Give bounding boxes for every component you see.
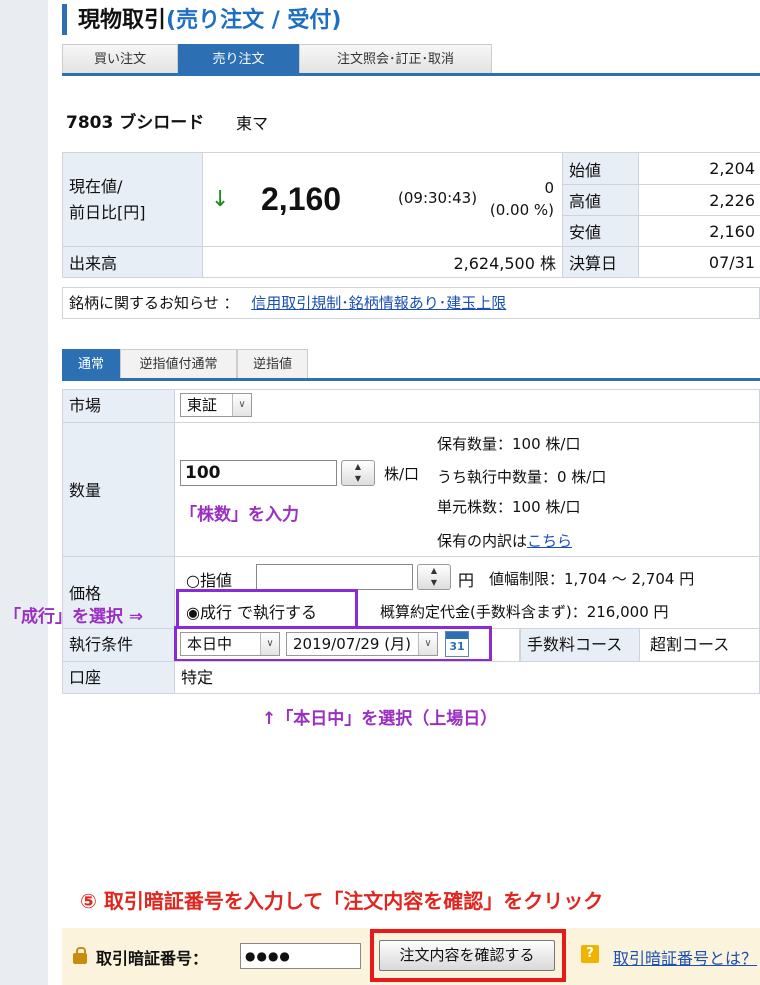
- caret-down-icon: ▼: [354, 474, 362, 483]
- condition-highlight: [174, 626, 492, 662]
- breakdown-link[interactable]: こちら: [527, 532, 572, 550]
- account-label: 口座: [62, 661, 175, 694]
- executing-qty: うち執行中数量：0 株/口: [437, 468, 607, 486]
- high-value: 2,226: [638, 184, 760, 216]
- order-tabs-underline: [62, 378, 760, 381]
- current-price-label: 現在値/前日比[円]: [62, 152, 203, 247]
- left-sidebar-strip: [0, 0, 48, 985]
- market-row: [174, 389, 760, 423]
- price-time: (09:30:43): [398, 189, 478, 207]
- tab-stop-with-normal[interactable]: 逆指値付通常: [120, 349, 237, 379]
- chevron-down-icon: ∨: [232, 394, 251, 416]
- tab-stop[interactable]: 逆指値: [237, 349, 308, 379]
- order-type-tabs: 買い注文 売り注文 注文照会･訂正･取消: [62, 44, 492, 74]
- yen-unit: 円: [458, 571, 475, 590]
- volume-value: 2,624,500 株: [202, 246, 563, 278]
- settle-label: 決算日: [562, 246, 639, 278]
- pin-input[interactable]: ●●●●: [240, 943, 361, 969]
- order-condition-tabs: 通常 逆指値付通常 逆指値: [62, 349, 308, 379]
- unit-qty: 単元株数：100 株/口: [437, 498, 581, 516]
- qty-label: 数量: [62, 422, 175, 557]
- tabs-underline: [62, 73, 760, 76]
- stock-code-name: 7803 ブシロード: [66, 113, 205, 133]
- market-select[interactable]: 東証 ∨: [180, 393, 252, 417]
- condition-label: 執行条件: [62, 628, 175, 662]
- qty-unit: 株/口: [384, 465, 420, 483]
- tab-sell-order[interactable]: 売り注文: [178, 44, 299, 74]
- caret-down-icon: ▼: [430, 578, 438, 587]
- page-title-main: 現物取引: [78, 8, 167, 33]
- page-title: 現物取引(売り注文 / 受付): [78, 2, 341, 34]
- stock-market: 東マ: [236, 114, 269, 133]
- qty-hint-annotation: 「株数」を入力: [180, 505, 299, 525]
- holding-breakdown: 保有の内訳はこちら: [437, 532, 573, 550]
- volume-label: 出来高: [62, 246, 203, 278]
- low-value: 2,160: [638, 215, 760, 247]
- tab-order-inquiry[interactable]: 注文照会･訂正･取消: [299, 44, 492, 74]
- current-price: 2,160: [261, 181, 342, 217]
- stock-notice: 銘柄に関するお知らせ ： 信用取引規制･銘柄情報あり･建玉上限: [62, 287, 760, 319]
- high-label: 高値: [562, 184, 639, 216]
- pin-label: 取引暗証番号：: [96, 949, 209, 968]
- limit-price-stepper[interactable]: ▲ ▼: [417, 564, 451, 590]
- title-accent-bar: [62, 4, 67, 35]
- page-title-sub: (売り注文 / 受付): [166, 8, 342, 33]
- confirm-order-button[interactable]: 注文内容を確認する: [379, 940, 555, 971]
- lock-icon: [73, 947, 87, 964]
- limit-radio[interactable]: ○指値: [186, 567, 232, 591]
- caret-up-icon: ▲: [354, 462, 362, 471]
- limit-price-input[interactable]: [256, 564, 413, 590]
- estimated-amount: 概算約定代金(手数料含まず)：216,000 円: [380, 603, 669, 621]
- settle-value: 07/31: [638, 246, 760, 278]
- step5-annotation: ⑤ 取引暗証番号を入力して「注文内容を確認」をクリック: [80, 889, 604, 913]
- market-order-radio[interactable]: ◉成行 で執行する: [186, 599, 317, 623]
- caret-up-icon: ▲: [430, 566, 438, 575]
- fee-value: 超割コース: [639, 628, 760, 662]
- held-qty: 保有数量：100 株/口: [437, 435, 581, 453]
- quantity-stepper[interactable]: ▲ ▼: [341, 460, 375, 486]
- notice-link[interactable]: 信用取引規制･銘柄情報あり･建玉上限: [251, 294, 506, 312]
- down-arrow-icon: ↓: [211, 187, 230, 212]
- help-icon: ?: [581, 945, 599, 963]
- market-label: 市場: [62, 389, 175, 423]
- price-change: 0: [544, 179, 554, 197]
- notice-label: 銘柄に関するお知らせ ：: [69, 294, 239, 312]
- open-value: 2,204: [638, 152, 760, 185]
- account-value: 特定: [174, 661, 760, 694]
- pin-help-link[interactable]: 取引暗証番号とは？: [613, 945, 757, 969]
- low-label: 安値: [562, 215, 639, 247]
- tab-normal[interactable]: 通常: [62, 349, 120, 379]
- open-label: 始値: [562, 152, 639, 185]
- tab-buy-order[interactable]: 買い注文: [62, 44, 178, 74]
- price-range: 値幅制限：1,704 〜 2,704 円: [489, 570, 695, 588]
- quantity-input[interactable]: 100: [180, 460, 337, 486]
- price-table: 現在値/前日比[円] ↓ 2,160 (09:30:43) 0 (0.00 %)…: [62, 152, 760, 278]
- fee-label: 手数料コース: [520, 628, 640, 662]
- today-hint-annotation: ↑「本日中」を選択（上場日）: [262, 709, 498, 729]
- current-price-cell: ↓ 2,160 (09:30:43) 0 (0.00 %): [202, 152, 563, 247]
- market-hint-annotation: 「成行」を選択 ⇒: [4, 607, 144, 627]
- price-change-pct: (0.00 %): [489, 201, 554, 219]
